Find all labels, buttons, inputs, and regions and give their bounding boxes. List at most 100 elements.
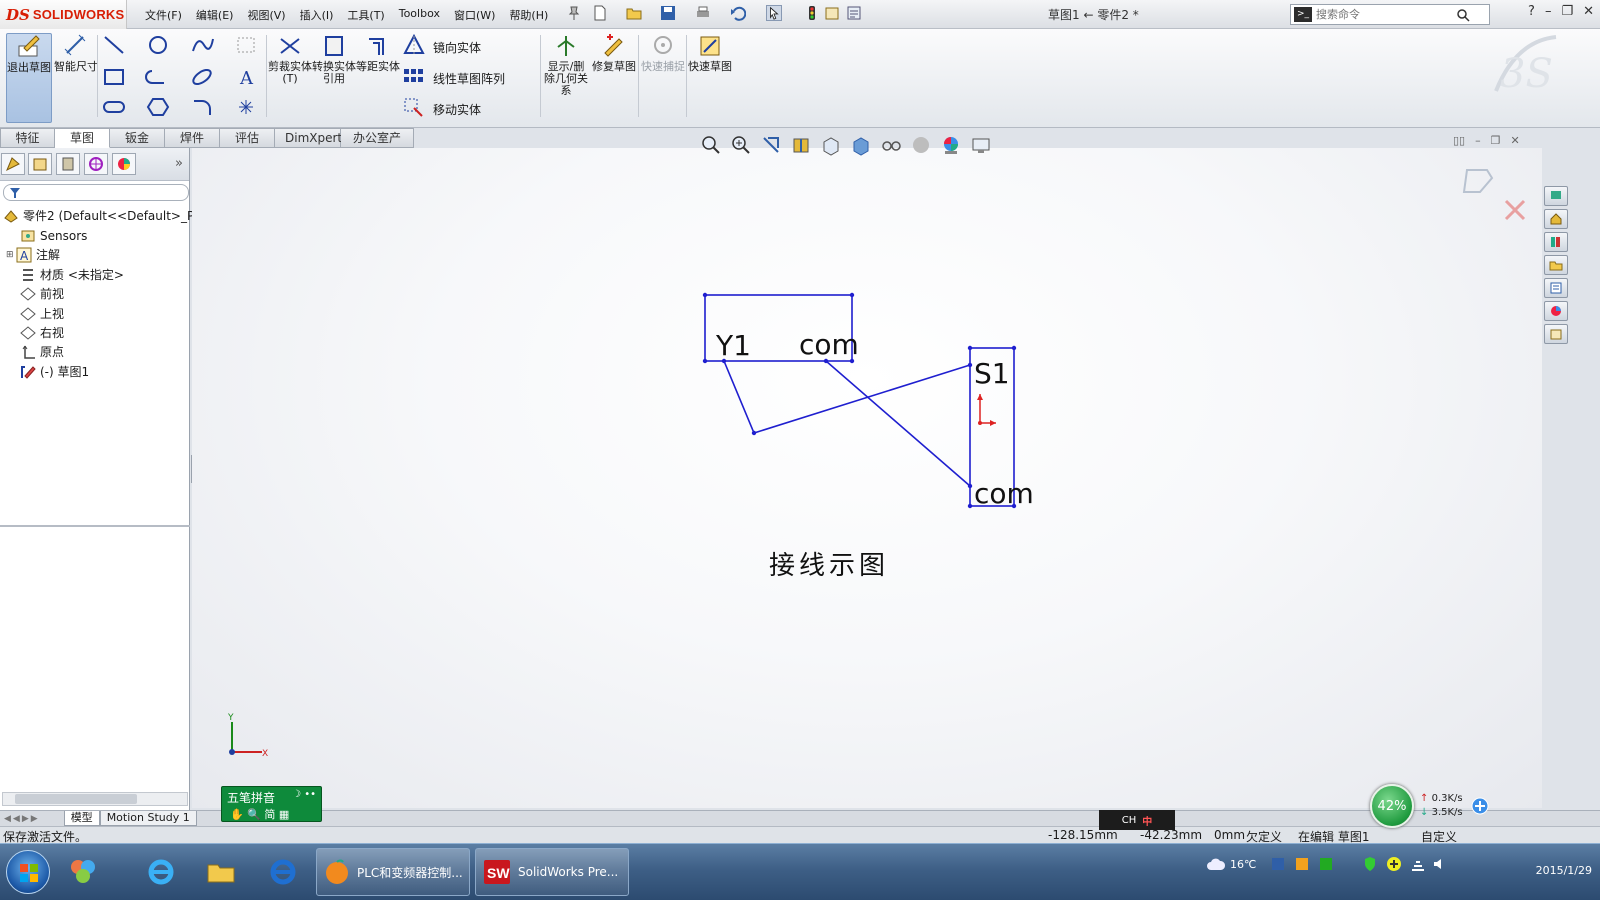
tree-root-part[interactable]: 零件2 (Default<<Default>_Ph [3, 206, 202, 225]
network-speed-widget[interactable]: 42% ↑ 0.3K/s ↓ 3.5K/s [1370, 784, 1496, 828]
ime-moon-icon[interactable]: ☽ •• [292, 789, 316, 800]
tree-item-annotations[interactable]: ⊞ A 注解 [6, 245, 60, 264]
tab-sketch[interactable]: 草图 [55, 128, 110, 148]
sketch-label-y1[interactable]: Y1 [715, 329, 751, 362]
tray-app-icon[interactable] [1294, 856, 1310, 872]
taskbar-ie-icon[interactable] [140, 852, 182, 892]
smart-dimension-button[interactable]: 智能尺寸 [54, 33, 98, 119]
rapid-sketch-button[interactable]: 快速草图 [688, 33, 732, 119]
hide-show-items-icon[interactable] [880, 134, 902, 156]
tab-sheet-metal[interactable]: 钣金 [110, 128, 165, 148]
tab-model[interactable]: 模型 [63, 811, 100, 826]
menu-edit[interactable]: 编辑(E) [189, 5, 241, 25]
tree-item-top-plane[interactable]: 上视 [20, 304, 64, 323]
taskbar-explorer-icon[interactable] [200, 852, 242, 892]
mirror-label[interactable]: 镜向实体 [433, 39, 481, 56]
fillet-icon[interactable] [188, 95, 216, 119]
point-icon[interactable] [232, 95, 260, 119]
apply-scene-icon[interactable] [940, 134, 962, 156]
save-icon[interactable] [660, 5, 676, 21]
sketch-label-com-bottom[interactable]: com [974, 477, 1034, 510]
open-folder-icon[interactable] [626, 5, 642, 21]
quick-snaps-button[interactable]: 快速捕捉 [641, 33, 685, 119]
dimxpert-manager-tab-icon[interactable] [84, 153, 108, 175]
view-orientation-icon[interactable] [820, 134, 842, 156]
expand-chevron-icon[interactable]: » [175, 156, 183, 171]
circle-icon[interactable] [144, 33, 172, 57]
appearances-icon[interactable] [1544, 301, 1568, 321]
section-view-icon[interactable] [790, 134, 812, 156]
restore-doc-button[interactable]: ❐ [1491, 134, 1501, 147]
options-icon[interactable] [846, 5, 862, 21]
exit-sketch-button[interactable]: 退出草图 [6, 33, 52, 123]
file-properties-icon[interactable] [824, 5, 840, 21]
start-button[interactable] [6, 850, 50, 894]
offset-entities-button[interactable]: 等距实体 [356, 33, 400, 119]
close-doc-button[interactable]: ✕ [1510, 134, 1519, 147]
pin-icon[interactable] [566, 5, 582, 21]
tab-dimxpert[interactable]: DimXpert [275, 128, 342, 148]
tree-filter-input[interactable] [3, 184, 189, 201]
tree-item-material[interactable]: 材质 <未指定> [20, 265, 124, 284]
undo-icon[interactable] [730, 5, 746, 21]
tree-item-front-plane[interactable]: 前视 [20, 284, 64, 303]
tab-features[interactable]: 特征 [0, 128, 55, 148]
sketch-label-s1[interactable]: S1 [974, 357, 1010, 390]
menu-window[interactable]: 窗口(W) [447, 5, 502, 25]
tray-plus-icon[interactable] [1386, 856, 1402, 872]
tile-horizontal-icon[interactable]: ▯▯ [1453, 134, 1465, 147]
solidworks-resources-icon[interactable] [1544, 186, 1568, 206]
rebuild-traffic-light-icon[interactable] [804, 5, 820, 21]
convert-entities-button[interactable]: 转换实体引用 [312, 33, 356, 119]
taskbar-color-app-icon[interactable] [62, 852, 104, 892]
tree-item-sketch1[interactable]: (-) 草图1 [20, 362, 89, 381]
configuration-manager-tab-icon[interactable] [56, 153, 80, 175]
menu-toolbox[interactable]: Toolbox [392, 5, 447, 25]
trim-entities-button[interactable]: 剪裁实体(T) [268, 33, 312, 119]
graphics-area[interactable]: Y1 com S1 com 接线示图 Y X [192, 148, 1542, 808]
system-clock[interactable]: 2015/1/29 [1536, 864, 1592, 877]
linear-pattern-icon[interactable] [400, 65, 428, 89]
tray-nvidia-icon[interactable] [1318, 856, 1334, 872]
language-bar[interactable]: CH 中 [1099, 810, 1175, 830]
tray-network-icon[interactable] [1410, 856, 1426, 872]
home-icon[interactable] [1544, 209, 1568, 229]
new-document-icon[interactable] [592, 5, 608, 21]
repair-sketch-button[interactable]: 修复草图 [592, 33, 636, 119]
confirmation-corner[interactable] [1462, 169, 1526, 221]
spline-icon[interactable] [188, 65, 216, 89]
move-entities-icon[interactable] [400, 95, 428, 119]
display-relations-button[interactable]: 显示/删除几何关系 [544, 33, 588, 119]
select-cursor-icon[interactable] [766, 5, 782, 21]
weather-cloud-icon[interactable] [1206, 856, 1226, 872]
rectangle-icon[interactable] [100, 65, 128, 89]
zoom-to-fit-icon[interactable] [700, 134, 722, 156]
sketch-wire-y1-s1[interactable] [723, 360, 971, 434]
menu-insert[interactable]: 插入(I) [293, 5, 341, 25]
minimize-doc-button[interactable]: – [1475, 134, 1481, 147]
property-manager-tab-icon[interactable] [28, 153, 52, 175]
design-library-icon[interactable] [1544, 232, 1568, 252]
menu-help[interactable]: 帮助(H) [502, 5, 555, 25]
help-icon[interactable]: ? [1528, 4, 1535, 19]
restore-button[interactable]: ❐ [1561, 4, 1573, 19]
scrollbar-thumb[interactable] [15, 794, 137, 804]
sketch-wire-com-com[interactable] [825, 360, 971, 487]
arc-icon[interactable] [188, 33, 216, 57]
tab-office-products[interactable]: 办公室产品 [341, 128, 414, 163]
close-button[interactable]: ✕ [1583, 4, 1594, 19]
line-icon[interactable] [100, 33, 128, 57]
menu-tools[interactable]: 工具(T) [340, 5, 391, 25]
tab-scroll-arrows-icon[interactable]: ◀◀▶▶ [0, 814, 44, 824]
view-palette-icon[interactable] [1544, 278, 1568, 298]
mirror-icon[interactable] [400, 33, 428, 57]
expand-plus-icon[interactable]: ⊞ [6, 250, 16, 260]
ime-mode[interactable]: ✋ 🔍 简 ▦ [230, 806, 289, 822]
text-icon[interactable]: A [232, 65, 260, 89]
taskbar-task-solidworks[interactable]: SW SolidWorks Pre... [475, 848, 629, 896]
tray-volume-icon[interactable] [1432, 856, 1448, 872]
tab-motion-study[interactable]: Motion Study 1 [99, 811, 197, 826]
tree-horizontal-scrollbar[interactable] [2, 792, 188, 806]
tray-shield-icon[interactable] [1362, 856, 1378, 872]
tray-app-icon[interactable] [1270, 856, 1286, 872]
